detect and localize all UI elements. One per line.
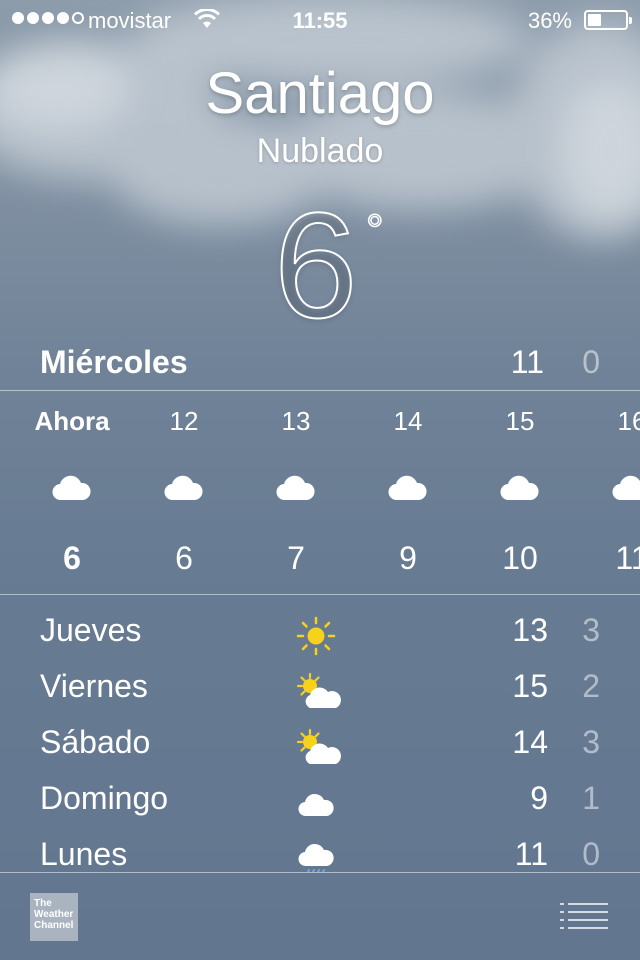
weather-condition: Nublado <box>256 132 384 170</box>
logo-line: Weather <box>34 909 74 920</box>
hour-temperature: 6 <box>175 540 193 576</box>
divider <box>0 594 640 595</box>
hour-temperature: 9 <box>399 540 417 576</box>
forecast-high: 13 <box>512 612 548 648</box>
forecast-high: 15 <box>512 668 548 704</box>
forecast-day: Jueves <box>40 612 142 648</box>
cloud-icon <box>612 475 640 501</box>
forecast-day: Domingo <box>40 780 169 816</box>
hourly-item: 15 10 <box>470 392 570 594</box>
today-summary: Miércoles 11 0 <box>0 342 640 388</box>
forecast-day: Lunes <box>40 836 128 872</box>
today-low: 0 <box>582 344 600 380</box>
forecast-low: 3 <box>582 724 600 760</box>
cloud-icon <box>276 475 315 501</box>
hour-temperature: 6 <box>63 540 81 576</box>
forecast-low: 3 <box>582 612 600 648</box>
forecast-high: 14 <box>512 724 548 760</box>
battery-icon <box>584 10 632 30</box>
forecast-day: Viernes <box>40 668 148 704</box>
city-name: Santiago <box>205 61 435 126</box>
list-icon[interactable] <box>560 901 608 931</box>
today-day: Miércoles <box>40 344 188 380</box>
hour-temperature: 10 <box>502 540 538 576</box>
cloud-icon <box>500 475 539 501</box>
sun-icon <box>296 616 336 656</box>
logo-line: The <box>34 898 52 909</box>
partly-sunny-icon <box>296 728 341 764</box>
forecast-row: Lunes 11 0 <box>0 830 640 872</box>
daily-forecast[interactable]: Jueves 13 3 Viernes 15 2 Sábado 14 3 Dom… <box>0 606 640 872</box>
status-bar: movistar 11:55 36% <box>0 0 640 40</box>
hour-label: Ahora <box>34 406 110 436</box>
logo-line: Channel <box>34 920 74 931</box>
weather-channel-logo[interactable]: The Weather Channel <box>30 893 78 941</box>
today-high: 11 <box>510 344 544 380</box>
hourly-item: 16 11 <box>582 392 640 594</box>
hour-label: 16 <box>617 406 640 436</box>
forecast-row: Jueves 13 3 <box>0 606 640 662</box>
hourly-item: Ahora 6 <box>22 392 122 594</box>
forecast-low: 2 <box>582 668 600 704</box>
hourly-item: 14 9 <box>358 392 458 594</box>
forecast-high: 9 <box>530 780 548 816</box>
current-temperature: 6 <box>273 181 358 349</box>
forecast-row: Domingo 9 1 <box>0 774 640 830</box>
hourly-item: 13 7 <box>246 392 346 594</box>
forecast-high: 11 <box>514 836 548 872</box>
hour-label: 12 <box>169 406 199 436</box>
footer-toolbar: The Weather Channel <box>0 873 640 960</box>
hourly-item: 12 6 <box>134 392 234 594</box>
cloud-icon <box>388 475 427 501</box>
hourly-forecast[interactable]: Ahora 6 12 6 13 7 14 9 15 10 16 11 <box>0 392 640 594</box>
hour-label: 15 <box>505 406 535 436</box>
partly-sunny-icon <box>296 672 341 708</box>
hour-label: 14 <box>393 406 423 436</box>
forecast-day: Sábado <box>40 724 151 760</box>
forecast-low: 0 <box>582 836 600 872</box>
cloud-icon <box>164 475 203 501</box>
hour-temperature: 7 <box>287 540 305 576</box>
degree-symbol: ° <box>365 205 384 256</box>
forecast-row: Viernes 15 2 <box>0 662 640 718</box>
forecast-row: Sábado 14 3 <box>0 718 640 774</box>
rain-cloud-icon <box>298 843 334 872</box>
hour-label: 13 <box>281 406 311 436</box>
hour-temperature: 11 <box>615 540 640 576</box>
battery-percent: 36% <box>527 8 572 33</box>
cloud-icon <box>298 793 334 817</box>
forecast-low: 1 <box>582 780 600 816</box>
divider <box>0 390 640 391</box>
cloud-icon <box>52 475 91 501</box>
